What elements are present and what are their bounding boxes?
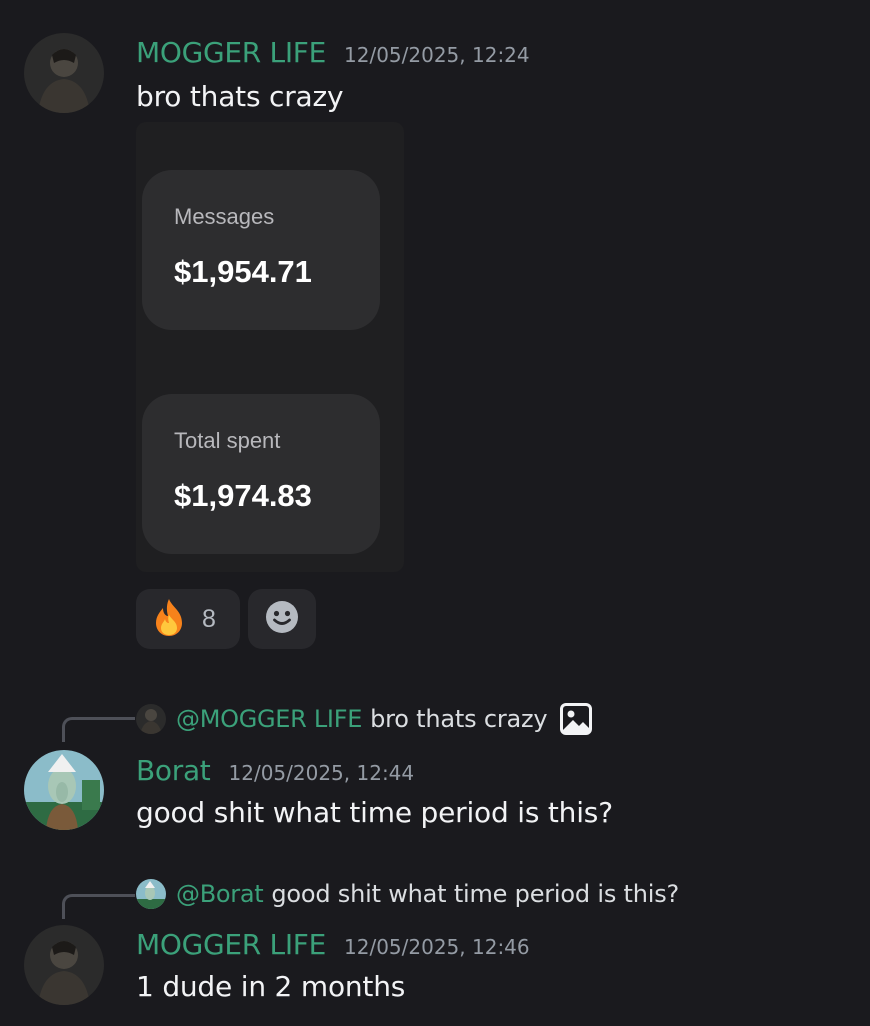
message-text: good shit what time period is this? xyxy=(136,796,613,829)
stat-value: $1,974.83 xyxy=(174,478,312,513)
username[interactable]: MOGGER LIFE xyxy=(136,36,326,69)
avatar-mogger-life[interactable] xyxy=(24,925,104,1005)
add-reaction-icon xyxy=(265,600,299,638)
username[interactable]: Borat xyxy=(136,754,211,787)
reply-text: bro thats crazy xyxy=(370,705,548,733)
reply-spine xyxy=(62,717,135,742)
username[interactable]: MOGGER LIFE xyxy=(136,928,326,961)
add-reaction-button[interactable] xyxy=(248,589,316,649)
reply-spine xyxy=(62,894,135,919)
reply-avatar xyxy=(136,704,166,734)
reaction-fire[interactable]: 8 xyxy=(136,589,240,649)
image-icon xyxy=(559,702,593,736)
fire-emoji-icon xyxy=(150,597,188,641)
image-attachment[interactable]: Messages $1,954.71 Total spent $1,974.83 xyxy=(136,122,404,572)
stat-card-messages: Messages $1,954.71 xyxy=(142,170,380,330)
reply-text: good shit what time period is this? xyxy=(271,880,680,908)
avatar-mogger-life[interactable] xyxy=(24,33,104,113)
timestamp: 12/05/2025, 12:44 xyxy=(228,761,415,785)
stat-label: Total spent xyxy=(174,428,281,453)
message-text: 1 dude in 2 months xyxy=(136,970,406,1003)
message-header: MOGGER LIFE 12/05/2025, 12:24 xyxy=(136,36,530,69)
timestamp: 12/05/2025, 12:24 xyxy=(344,43,530,67)
message-header: MOGGER LIFE 12/05/2025, 12:46 xyxy=(136,928,530,961)
reply-mention[interactable]: @Borat xyxy=(176,880,264,908)
message-header: Borat 12/05/2025, 12:44 xyxy=(136,754,414,787)
reply-avatar xyxy=(136,879,166,909)
stat-card-total-spent: Total spent $1,974.83 xyxy=(142,394,380,554)
reaction-count: 8 xyxy=(202,604,216,633)
avatar-borat[interactable] xyxy=(24,750,104,830)
reply-mention[interactable]: @MOGGER LIFE xyxy=(176,705,362,733)
timestamp: 12/05/2025, 12:46 xyxy=(344,935,530,959)
reply-reference[interactable]: @MOGGER LIFE bro thats crazy xyxy=(136,702,593,736)
stat-value: $1,954.71 xyxy=(174,254,312,289)
stat-label: Messages xyxy=(174,204,275,229)
message-text: bro thats crazy xyxy=(136,80,344,113)
reply-reference[interactable]: @Borat good shit what time period is thi… xyxy=(136,879,679,909)
